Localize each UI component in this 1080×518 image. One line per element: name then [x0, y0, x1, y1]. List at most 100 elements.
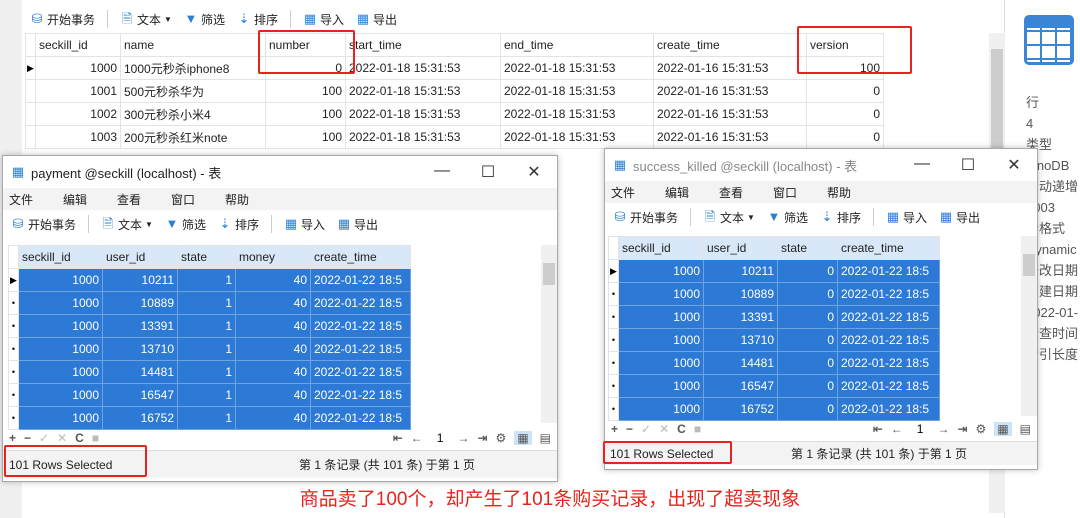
maximize-button[interactable]: ☐ — [465, 162, 511, 182]
next-page-icon[interactable]: → — [937, 422, 949, 436]
table-cell[interactable]: 0 — [777, 397, 838, 421]
table-cell[interactable]: 16547 — [703, 374, 778, 398]
table-cell[interactable]: 2022-01-22 18:5 — [310, 383, 411, 407]
import-button[interactable]: ▦ 导入 — [299, 11, 348, 28]
form-view-icon[interactable]: ▤ — [540, 431, 551, 445]
minimize-button[interactable]: — — [899, 155, 945, 175]
table-cell[interactable]: 14481 — [102, 360, 178, 384]
table-cell[interactable]: 0 — [806, 79, 884, 103]
table-cell[interactable]: 2022-01-22 18:5 — [310, 337, 411, 361]
table-cell[interactable]: 0 — [777, 305, 838, 329]
table-cell[interactable]: 1000 — [618, 305, 704, 329]
table-cell[interactable]: 13710 — [102, 337, 178, 361]
table-cell[interactable]: 2022-01-22 18:5 — [837, 282, 940, 306]
page-input[interactable]: 1 — [910, 422, 930, 436]
table-cell[interactable]: 1 — [177, 291, 236, 315]
cancel-icon[interactable]: ✕ — [57, 431, 67, 445]
refresh-icon[interactable]: C — [677, 422, 686, 436]
table-cell[interactable]: 2022-01-16 15:31:53 — [653, 79, 807, 103]
last-page-icon[interactable]: ⇥ — [477, 431, 487, 445]
table-cell[interactable]: 1000元秒杀iphone8 — [120, 56, 266, 80]
table-cell[interactable]: 1001 — [35, 79, 121, 103]
delete-row-icon[interactable]: − — [24, 431, 31, 445]
table-cell[interactable]: 2022-01-22 18:5 — [310, 314, 411, 338]
table-row[interactable]: ▶ 1000 1000元秒杀iphone8 0 2022-01-18 15:31:53 2… — [25, 56, 884, 80]
refresh-icon[interactable]: C — [75, 431, 84, 445]
prev-page-icon[interactable]: ← — [891, 422, 903, 436]
table-cell[interactable]: 10889 — [102, 291, 178, 315]
export-button[interactable]: ▦ 导出 — [935, 209, 984, 226]
table-cell[interactable]: 13710 — [703, 328, 778, 352]
table-cell[interactable]: 1000 — [18, 360, 103, 384]
table-cell[interactable]: 14481 — [703, 351, 778, 375]
column-header[interactable]: money — [235, 245, 311, 269]
column-header[interactable]: seckill_id — [35, 33, 121, 57]
table-cell[interactable]: 0 — [777, 328, 838, 352]
table-cell[interactable]: 1000 — [35, 56, 121, 80]
table-cell[interactable]: 2022-01-22 18:5 — [837, 328, 940, 352]
sort-button[interactable]: ⇣ 排序 — [816, 209, 865, 226]
scrollbar[interactable] — [541, 245, 557, 423]
table-row[interactable]: • 1000 10889 1 40 2022-01-22 18:5 — [8, 291, 411, 315]
table-row[interactable]: • 1000 16547 1 40 2022-01-22 18:5 — [8, 383, 411, 407]
scrollbar[interactable] — [1021, 236, 1037, 416]
table-cell[interactable]: 16547 — [102, 383, 178, 407]
table-cell[interactable]: 0 — [806, 125, 884, 149]
close-button[interactable]: ✕ — [511, 162, 557, 182]
table-cell[interactable]: 2022-01-22 18:5 — [310, 406, 411, 430]
table-cell[interactable]: 1 — [177, 406, 236, 430]
table-cell[interactable]: 16752 — [102, 406, 178, 430]
delete-row-icon[interactable]: − — [626, 422, 633, 436]
menu-item[interactable]: 编辑 — [63, 191, 117, 208]
table-row[interactable]: • 1000 16752 1 40 2022-01-22 18:5 — [8, 406, 411, 430]
column-header[interactable]: name — [120, 33, 266, 57]
table-cell[interactable]: 1000 — [618, 351, 704, 375]
table-cell[interactable]: 1 — [177, 314, 236, 338]
column-header[interactable]: create_time — [837, 236, 940, 260]
sort-button[interactable]: ⇣ 排序 — [214, 216, 263, 233]
column-header[interactable]: create_time — [310, 245, 411, 269]
table-cell[interactable]: 13391 — [102, 314, 178, 338]
filter-button[interactable]: ▼ 筛选 — [161, 216, 210, 233]
menu-item[interactable]: 窗口 — [773, 184, 827, 201]
table-cell[interactable]: 1000 — [18, 314, 103, 338]
table-cell[interactable]: 0 — [777, 374, 838, 398]
column-header[interactable]: seckill_id — [618, 236, 704, 260]
table-cell[interactable]: 2022-01-18 15:31:53 — [345, 56, 501, 80]
table-cell[interactable]: 10889 — [703, 282, 778, 306]
table-cell[interactable]: 1000 — [18, 383, 103, 407]
minimize-button[interactable]: — — [419, 162, 465, 182]
table-cell[interactable]: 1003 — [35, 125, 121, 149]
sort-button[interactable]: ⇣ 排序 — [233, 11, 282, 28]
table-cell[interactable]: 1000 — [18, 337, 103, 361]
menu-item[interactable]: 文件 — [9, 191, 63, 208]
column-header[interactable]: start_time — [345, 33, 501, 57]
menu-item[interactable]: 编辑 — [665, 184, 719, 201]
table-cell[interactable]: 1000 — [18, 291, 103, 315]
next-page-icon[interactable]: → — [457, 431, 469, 445]
table-cell[interactable]: 2022-01-22 18:5 — [310, 291, 411, 315]
menu-item[interactable]: 窗口 — [171, 191, 225, 208]
column-header[interactable]: user_id — [703, 236, 778, 260]
table-cell[interactable]: 40 — [235, 337, 311, 361]
close-button[interactable]: ✕ — [991, 155, 1037, 175]
begin-button[interactable]: ⛁ 开始事务 — [609, 209, 682, 226]
table-row[interactable]: • 1000 14481 0 2022-01-22 18:5 — [608, 351, 940, 375]
filter-button[interactable]: ▼ 筛选 — [763, 209, 812, 226]
filter-button[interactable]: ▼ 筛选 — [180, 11, 229, 28]
table-row[interactable]: • 1000 13710 1 40 2022-01-22 18:5 — [8, 337, 411, 361]
last-page-icon[interactable]: ⇥ — [957, 422, 967, 436]
table-cell[interactable]: 2022-01-22 18:5 — [310, 360, 411, 384]
table-row[interactable]: • 1000 14481 1 40 2022-01-22 18:5 — [8, 360, 411, 384]
table-row[interactable]: 1002 300元秒杀小米4 100 2022-01-18 15:31:53 2022-… — [25, 102, 884, 126]
table-cell[interactable]: 40 — [235, 383, 311, 407]
table-cell[interactable]: 0 — [777, 259, 838, 283]
table-cell[interactable]: 0 — [806, 102, 884, 126]
stop-icon[interactable]: ■ — [694, 422, 701, 436]
table-cell[interactable]: 1002 — [35, 102, 121, 126]
table-cell[interactable]: 13391 — [703, 305, 778, 329]
maximize-button[interactable]: ☐ — [945, 155, 991, 175]
table-cell[interactable]: 40 — [235, 406, 311, 430]
table-cell[interactable]: 100 — [265, 79, 346, 103]
text-button[interactable]: 🗎 文本 ▼ — [97, 216, 157, 233]
